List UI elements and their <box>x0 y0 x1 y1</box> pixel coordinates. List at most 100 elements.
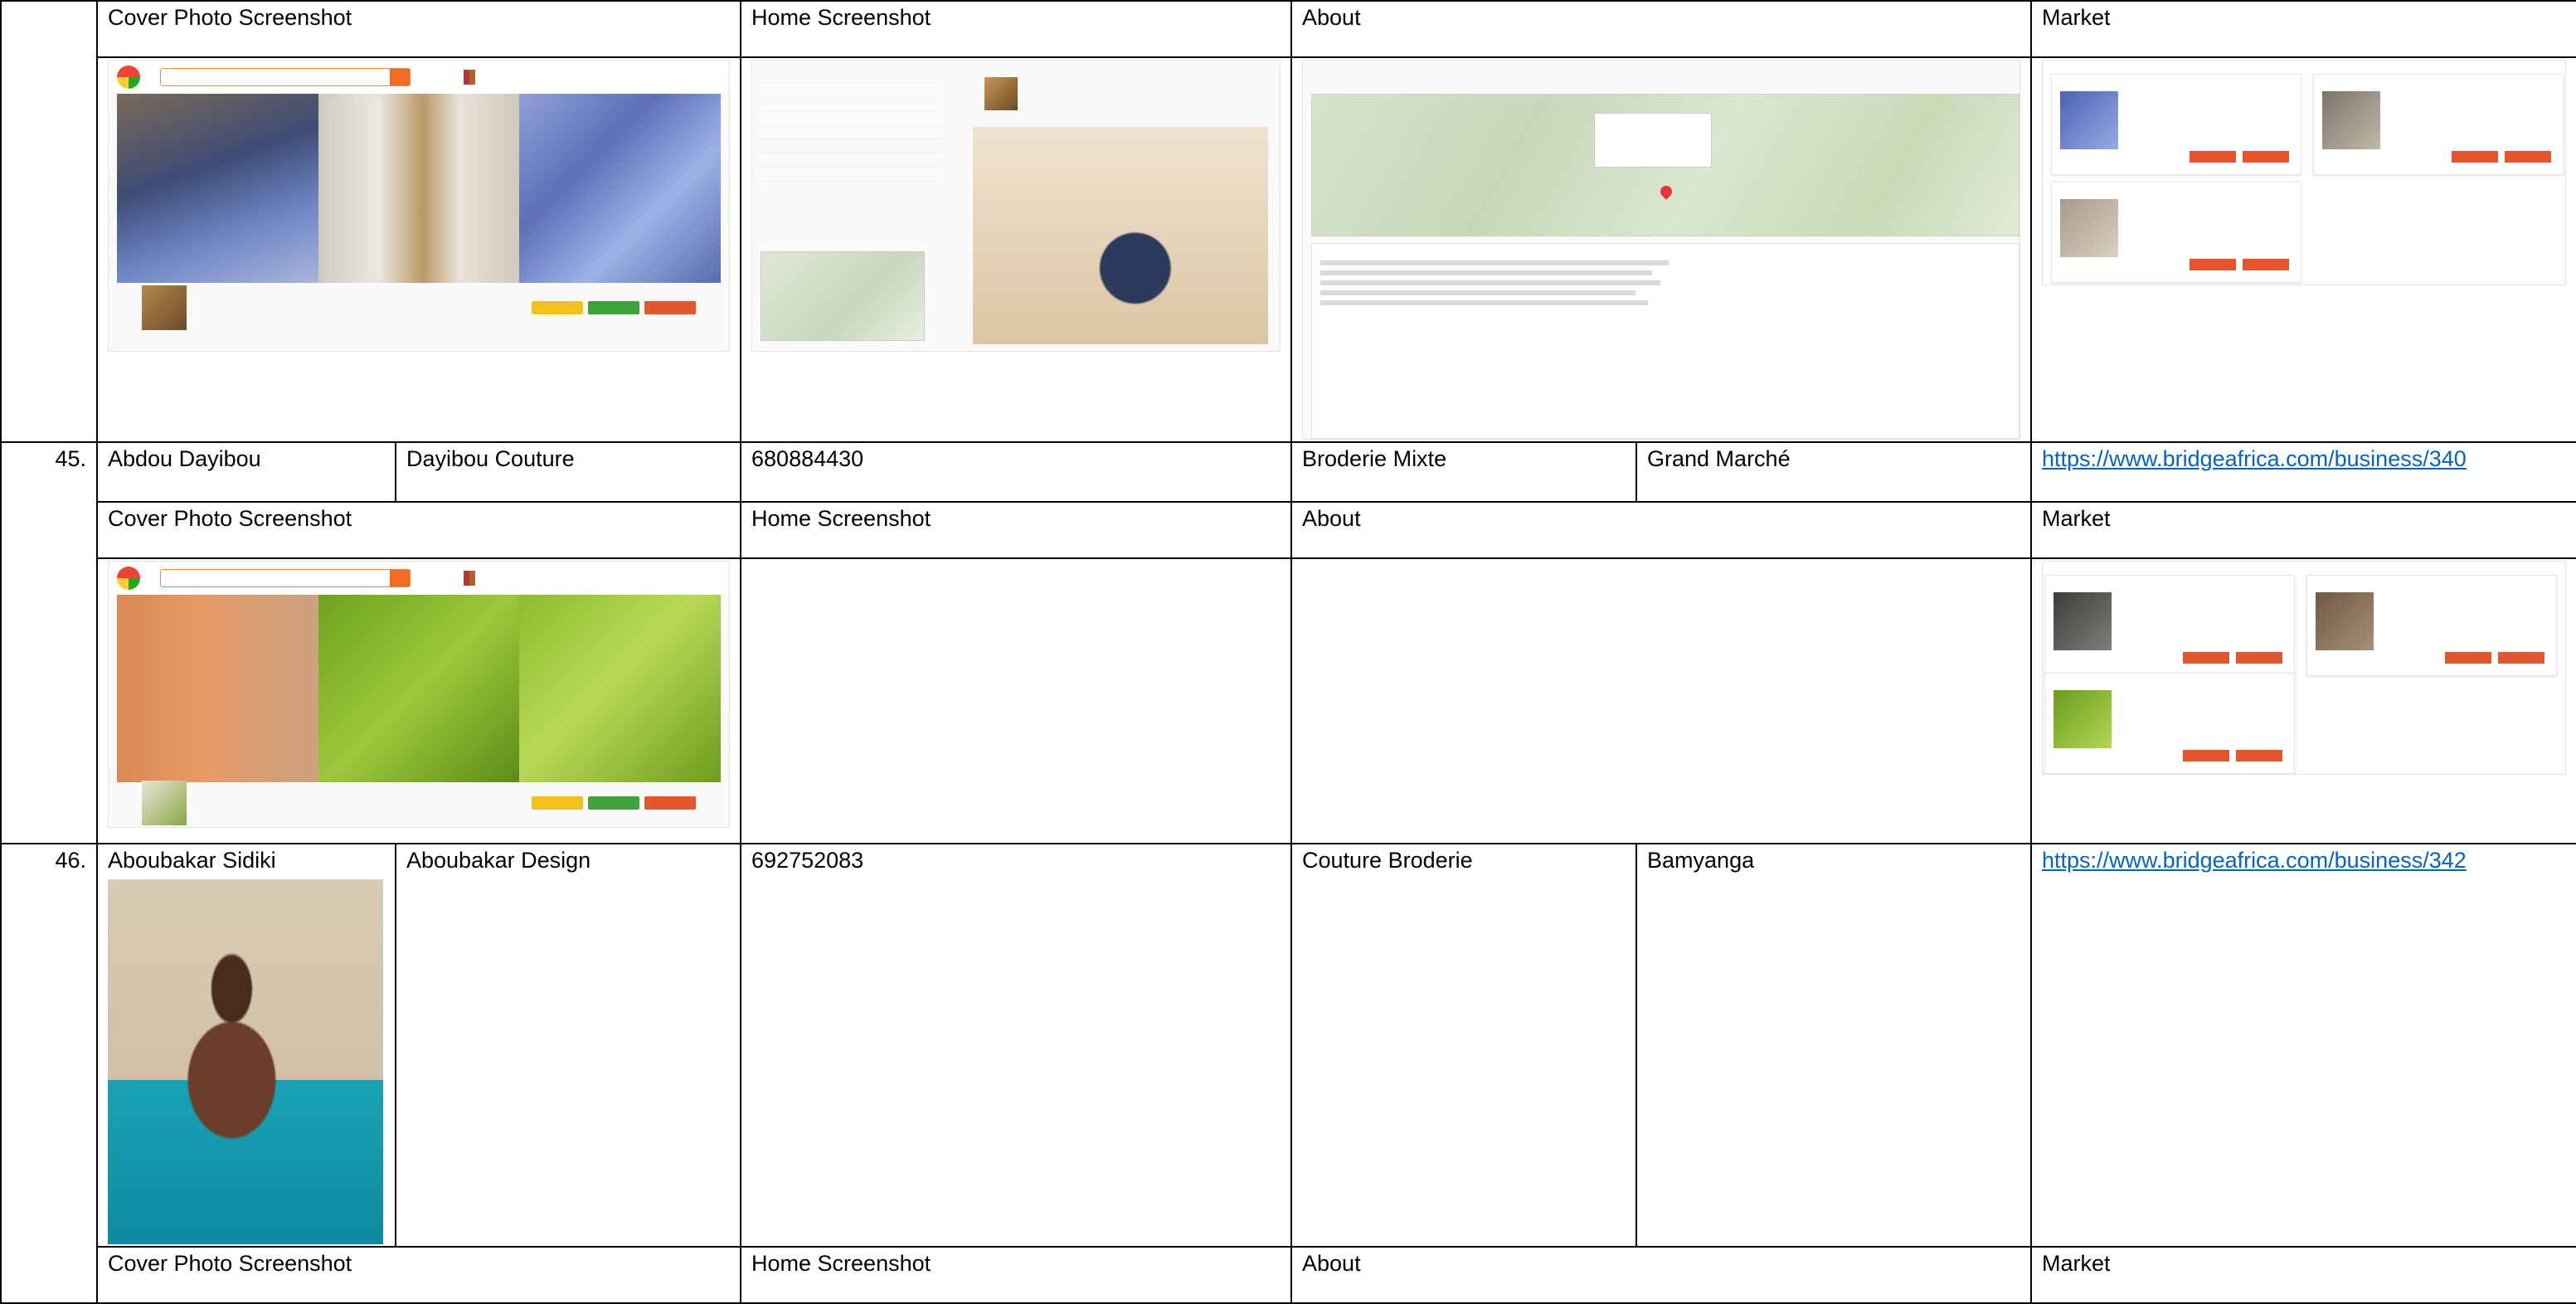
business-link[interactable]: https://www.bridgeafrica.com/business/34… <box>2042 848 2467 873</box>
market-card <box>2044 575 2296 676</box>
search-bar <box>160 569 411 587</box>
labels-row: Cover Photo Screenshot Home Screenshot A… <box>1 1246 2576 1304</box>
phone-number: 692752083 <box>740 843 1293 1248</box>
banner-image-2 <box>318 595 520 782</box>
product-image <box>2054 690 2112 748</box>
avatar <box>984 77 1018 110</box>
product-image <box>2060 91 2119 149</box>
cover-screenshot <box>108 561 731 828</box>
home-photo <box>973 127 1269 344</box>
about-label: About <box>1290 501 2033 559</box>
profile-bar <box>109 781 729 825</box>
about-body <box>1311 243 2020 439</box>
search-icon <box>390 570 410 586</box>
entry-number: 45. <box>0 441 98 844</box>
flag-icon <box>464 571 475 586</box>
cover-screenshot-cell <box>95 557 742 844</box>
product-image <box>2322 91 2381 149</box>
avatar <box>142 781 187 825</box>
market-label: Market <box>2030 501 2576 559</box>
action-button-3 <box>644 796 697 810</box>
business-link[interactable]: https://www.bridgeafrica.com/business/34… <box>2042 446 2467 471</box>
business-name: Dayibou Couture <box>394 441 742 503</box>
cover-screenshot <box>108 60 731 352</box>
profile-bar <box>109 283 729 333</box>
about-label: About <box>1290 1246 2033 1304</box>
product-image <box>2316 592 2374 650</box>
action-button-1 <box>532 796 584 810</box>
home-screenshot <box>751 60 1281 352</box>
cover-screenshot-cell <box>95 56 742 443</box>
business-category: Couture Broderie <box>1290 843 1638 1248</box>
business-name: Aboubakar Design <box>394 843 742 1248</box>
home-map <box>761 251 926 341</box>
banner-image-3 <box>519 595 722 782</box>
home-label: Home Screenshot <box>740 0 1293 58</box>
market-label: Market <box>2030 0 2576 58</box>
business-location: Grand Marché <box>1636 441 2033 503</box>
about-screenshot <box>1302 60 2021 440</box>
home-label: Home Screenshot <box>740 501 1293 559</box>
profile-actions <box>532 301 697 314</box>
cover-banner <box>117 94 722 283</box>
about-label: About <box>1290 0 2033 58</box>
url-cell: https://www.bridgeafrica.com/business/34… <box>2030 843 2576 1248</box>
owner-name: Abdou Dayibou <box>96 441 396 503</box>
home-screenshot-cell <box>740 557 1293 844</box>
screenshots-row <box>1 56 2576 443</box>
business-location: Bamyanga <box>1636 843 2033 1248</box>
home-label: Home Screenshot <box>740 1246 1293 1304</box>
home-info-list <box>759 69 942 182</box>
map-info-card <box>1594 113 1713 168</box>
cover-label: Cover Photo Screenshot <box>95 0 742 58</box>
market-button <box>2498 652 2545 664</box>
profile-actions <box>532 796 697 810</box>
market-button <box>2445 652 2492 664</box>
flag-icon <box>464 70 475 85</box>
market-screenshot <box>2042 561 2567 775</box>
market-button <box>2452 151 2499 163</box>
map-pin-icon <box>1658 183 1674 200</box>
screenshots-row <box>1 557 2576 844</box>
market-button <box>2243 151 2290 163</box>
about-screenshot-cell <box>1290 56 2033 443</box>
entry-number: 46. <box>0 843 98 1304</box>
search-bar <box>160 68 411 86</box>
market-button <box>2236 652 2283 664</box>
action-button-2 <box>588 301 640 314</box>
product-image <box>2060 199 2119 257</box>
about-map <box>1311 94 2020 236</box>
market-card <box>2313 74 2564 175</box>
banner-image-3 <box>519 94 722 283</box>
market-screenshot-cell <box>2030 557 2576 844</box>
phone-number: 680884430 <box>740 441 1293 503</box>
action-button-3 <box>644 301 697 314</box>
market-card <box>2044 673 2296 774</box>
business-category: Broderie Mixte <box>1290 441 1638 503</box>
logo-icon <box>117 567 140 590</box>
cover-banner <box>117 595 722 782</box>
table-row: 45. Abdou Dayibou Dayibou Couture 680884… <box>0 441 2576 844</box>
cover-label: Cover Photo Screenshot <box>95 501 742 559</box>
market-button <box>2190 151 2237 163</box>
banner-image-2 <box>318 94 520 283</box>
logo-icon <box>117 66 140 89</box>
table-row: 46. Aboubakar Sidiki Aboubakar Design 69… <box>0 843 2576 1304</box>
avatar <box>142 285 187 330</box>
owner-photo <box>108 879 383 1244</box>
action-button-2 <box>588 796 640 810</box>
home-screenshot-cell <box>740 56 1293 443</box>
market-label: Market <box>2030 1246 2576 1304</box>
product-image <box>2054 592 2112 650</box>
market-button <box>2243 259 2290 270</box>
owner-name: Aboubakar Sidiki <box>108 848 276 873</box>
market-button <box>2236 750 2283 761</box>
search-icon <box>390 69 410 85</box>
market-button <box>2505 151 2552 163</box>
site-header <box>109 562 730 595</box>
market-button <box>2183 652 2230 664</box>
market-screenshot-cell <box>2030 56 2576 443</box>
market-screenshot <box>2042 60 2567 285</box>
market-button <box>2190 259 2237 270</box>
about-screenshot-cell <box>1290 557 2033 844</box>
